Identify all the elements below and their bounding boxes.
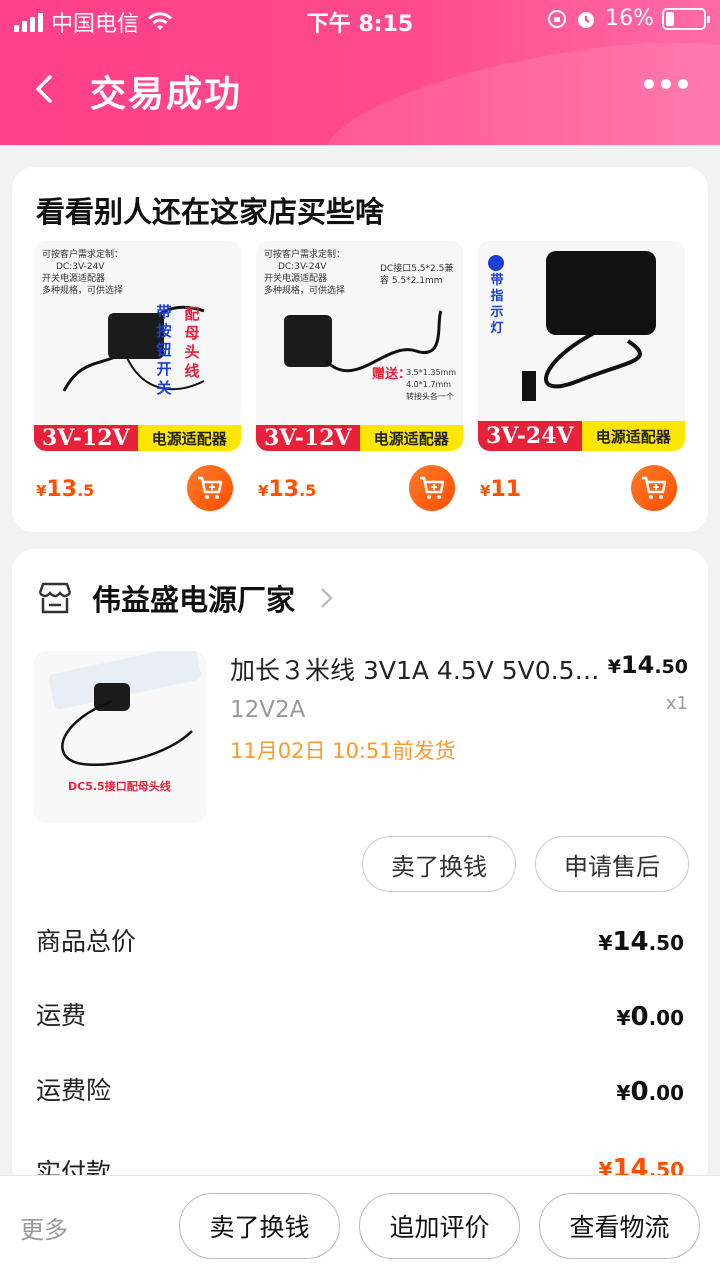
cable-drawing: [522, 329, 642, 401]
product-image[interactable]: 可按客户需求定制： DC:3V-24V 开关电源适配器 多种规格，可供选择 带按…: [34, 241, 241, 451]
shipping-value: ¥0.00: [616, 1002, 684, 1032]
shipping-label: 运费: [36, 1001, 87, 1030]
shipping-insurance-label: 运费险: [36, 1076, 112, 1105]
nav-bar: 交易成功: [0, 55, 720, 125]
cable-drawing: [61, 699, 193, 766]
recommend-price: ¥13.5: [258, 477, 317, 502]
indicator-dot: [488, 255, 504, 271]
product-image[interactable]: 带指示灯 3V-24V 电源适配器: [478, 241, 685, 451]
recommend-card: 看看别人还在这家店买些啥 可按客户需求定制： DC:3V-24V 开关电源适配器…: [12, 167, 708, 532]
ship-time: 11月02日 10:51前发货: [230, 739, 456, 763]
cart-icon: [420, 476, 445, 499]
orientation-lock-icon: [548, 9, 567, 28]
recommend-price: ¥13.5: [36, 477, 95, 502]
recommend-item[interactable]: 可按客户需求定制： DC:3V-24V 开关电源适配器 多种规格，可供选择 带按…: [34, 241, 241, 516]
order-card: 伟益盛电源厂家 DC5.5接口配母头线 加长３米线 3V1A 4.5V 5V0.…: [12, 549, 708, 1189]
battery-percent: 16%: [605, 6, 654, 31]
add-to-cart-button[interactable]: [409, 465, 455, 511]
subtotal-value: ¥14.50: [598, 927, 684, 957]
product-quantity: x1: [665, 693, 688, 714]
image-caption: DC5.5接口配母头线: [68, 780, 171, 793]
shop-icon: [38, 582, 72, 614]
battery-icon: [662, 7, 710, 30]
more-options-icon[interactable]: [644, 79, 688, 89]
status-bar: 中国电信 下午 8:15 16%: [0, 0, 720, 40]
add-to-cart-button[interactable]: [187, 465, 233, 511]
chevron-right-icon: [321, 588, 333, 608]
product-price: ¥14.50: [607, 651, 688, 679]
sell-button[interactable]: 卖了换钱: [362, 836, 516, 892]
alarm-icon: [578, 11, 595, 28]
cart-icon: [198, 476, 223, 499]
product-title[interactable]: 加长３米线 3V1A 4.5V 5V0.5A 6V1A 9V 12V2A: [230, 651, 600, 687]
add-to-cart-button[interactable]: [631, 465, 677, 511]
header: 中国电信 下午 8:15 16% 交易成功: [0, 0, 720, 145]
after-sale-button[interactable]: 申请售后: [535, 836, 689, 892]
bottom-action-bar: 更多 卖了换钱 追加评价 查看物流: [0, 1175, 720, 1280]
recommend-title: 看看别人还在这家店买些啥: [36, 195, 385, 229]
sell-button[interactable]: 卖了换钱: [179, 1193, 340, 1259]
more-button[interactable]: 更多: [20, 1210, 68, 1245]
subtotal-label: 商品总价: [36, 927, 137, 956]
recommend-item[interactable]: 可按客户需求定制： DC:3V-24V 开关电源适配器 多种规格，可供选择 DC…: [256, 241, 463, 516]
shipping-insurance-value: ¥0.00: [616, 1077, 684, 1107]
recommend-price: ¥11: [480, 477, 522, 502]
shop-header[interactable]: 伟益盛电源厂家: [36, 577, 335, 619]
page-title: 交易成功: [90, 74, 243, 115]
product-image[interactable]: DC5.5接口配母头线: [34, 651, 206, 823]
cart-icon: [642, 476, 667, 499]
product-image[interactable]: 可按客户需求定制： DC:3V-24V 开关电源适配器 多种规格，可供选择 DC…: [256, 241, 463, 451]
shop-name: 伟益盛电源厂家: [92, 583, 296, 617]
add-review-button[interactable]: 追加评价: [359, 1193, 520, 1259]
view-logistics-button[interactable]: 查看物流: [539, 1193, 700, 1259]
recommend-item[interactable]: 带指示灯 3V-24V 电源适配器 ¥11: [478, 241, 685, 516]
back-icon[interactable]: [26, 69, 66, 109]
product-sku: 12V2A: [230, 697, 306, 723]
